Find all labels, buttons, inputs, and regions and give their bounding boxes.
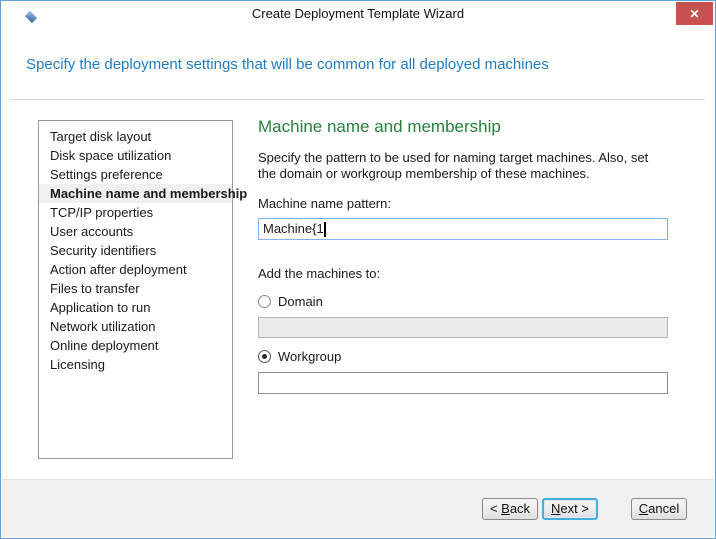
sidebar-item-application-to-run[interactable]: Application to run	[39, 298, 232, 317]
titlebar[interactable]: Create Deployment Template Wizard ✕	[1, 1, 715, 29]
sidebar-item-security-identifiers[interactable]: Security identifiers	[39, 241, 232, 260]
window-title: Create Deployment Template Wizard	[251, 6, 465, 21]
workgroup-radio-label: Workgroup	[278, 349, 342, 364]
sidebar-item-tcpip-properties[interactable]: TCP/IP properties	[39, 203, 232, 222]
workgroup-radio-circle-icon	[258, 350, 271, 363]
back-label-rest: ack	[509, 501, 531, 516]
step-content: Machine name and membership Specify the …	[258, 117, 668, 405]
sidebar-item-licensing[interactable]: Licensing	[39, 355, 232, 374]
back-label-mnemonic: B	[501, 501, 510, 516]
workgroup-name-input[interactable]	[258, 372, 668, 394]
step-description: Specify the pattern to be used for namin…	[258, 150, 649, 181]
close-icon: ✕	[689, 6, 700, 21]
sidebar-item-online-deployment[interactable]: Online deployment	[39, 336, 232, 355]
cancel-label-mnemonic: C	[638, 501, 649, 516]
text-caret	[323, 221, 326, 237]
sidebar-item-files-to-transfer[interactable]: Files to transfer	[39, 279, 232, 298]
sidebar-item-action-after-deployment[interactable]: Action after deployment	[39, 260, 232, 279]
next-label-mnemonic: N	[551, 501, 561, 516]
sidebar-item-machine-name-and-membership[interactable]: Machine name and membership	[39, 184, 247, 203]
sidebar-item-settings-preference[interactable]: Settings preference	[39, 165, 232, 184]
domain-radio[interactable]: Domain	[258, 294, 668, 309]
sidebar-item-network-utilization[interactable]: Network utilization	[39, 317, 232, 336]
next-button[interactable]: Next >	[542, 498, 598, 520]
page-title: Machine name and membership	[258, 117, 501, 136]
back-button[interactable]: < Back	[482, 498, 538, 520]
workgroup-radio[interactable]: Workgroup	[258, 349, 668, 364]
step-list: Target disk layout Disk space utilizatio…	[38, 120, 247, 459]
sidebar-item-disk-space-utilization[interactable]: Disk space utilization	[39, 146, 232, 165]
next-label-rest: ext >	[560, 501, 589, 516]
cancel-button[interactable]: Cancel	[631, 498, 687, 520]
sidebar-item-target-disk-layout[interactable]: Target disk layout	[39, 127, 232, 146]
machine-name-pattern-label: Machine name pattern:	[258, 196, 391, 211]
machine-name-pattern-value: Machine{1	[263, 221, 324, 236]
back-label-pre: <	[489, 501, 502, 516]
header-divider	[11, 99, 705, 100]
domain-name-input	[258, 317, 668, 338]
add-machines-to-label: Add the machines to:	[258, 266, 381, 281]
wizard-buttons: < Back Next > Cancel	[482, 498, 687, 520]
sidebar-item-user-accounts[interactable]: User accounts	[39, 222, 232, 241]
footer-bar: < Back Next > Cancel	[2, 479, 714, 537]
domain-radio-label: Domain	[278, 294, 323, 309]
wizard-instruction: Specify the deployment settings that wil…	[26, 56, 549, 73]
cancel-label-rest: ancel	[648, 501, 680, 516]
machine-name-pattern-input[interactable]: Machine{1	[258, 218, 668, 240]
wizard-window: Create Deployment Template Wizard ✕ Spec…	[0, 0, 716, 539]
domain-radio-circle-icon	[258, 295, 271, 308]
close-button[interactable]: ✕	[676, 2, 713, 25]
